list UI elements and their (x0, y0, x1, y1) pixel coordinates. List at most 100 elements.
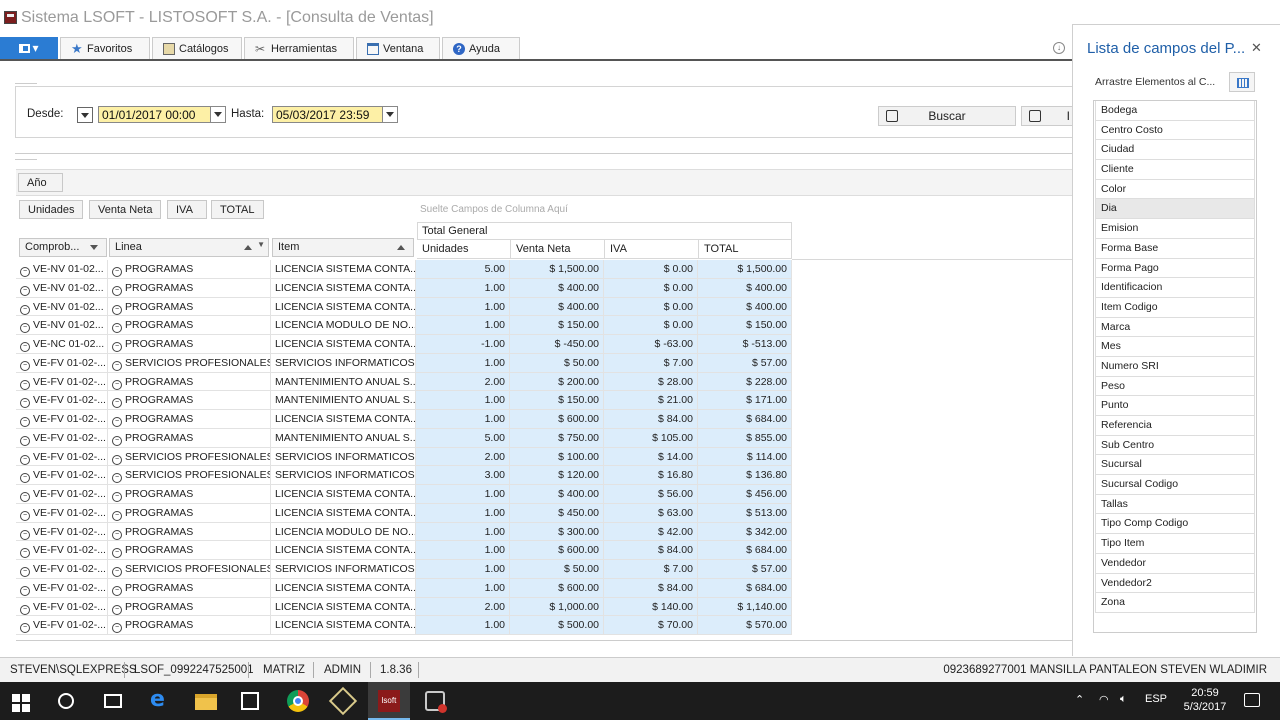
collapse-icon[interactable]: − (112, 435, 122, 446)
row-field-item[interactable]: Item (272, 238, 414, 257)
collapse-icon[interactable]: − (20, 454, 30, 465)
table-row[interactable]: − VE-FV 01-02-... − SERVICIOS PROFESIONALES… (16, 447, 792, 467)
collapse-icon[interactable]: − (20, 360, 30, 371)
search-icon[interactable] (58, 693, 74, 709)
collapse-icon[interactable]: − (112, 492, 122, 502)
menu-ventana[interactable]: Ventana (356, 37, 440, 59)
data-field-total[interactable]: TOTAL (211, 200, 264, 219)
collapse-icon[interactable]: − (20, 285, 30, 296)
collapse-icon[interactable]: − (20, 417, 30, 427)
field-list-item[interactable]: Identificacion (1095, 278, 1255, 298)
desde-date-input[interactable]: 01/01/2017 00:00 (98, 106, 226, 123)
field-list-item[interactable]: Sucursal Codigo (1095, 475, 1255, 495)
collapse-icon[interactable]: − (112, 623, 122, 634)
lsoft-app-icon[interactable]: lsoft (378, 690, 400, 712)
data-field-venta-neta[interactable]: Venta Neta (89, 200, 161, 219)
field-list-item[interactable]: Tipo Comp Codigo (1095, 514, 1255, 535)
table-row[interactable]: − VE-FV 01-02-... − PROGRAMAS MANTENIMIENTO … (16, 428, 792, 448)
collapse-icon[interactable]: − (20, 398, 30, 409)
field-list-item[interactable]: Peso (1095, 376, 1255, 397)
field-list-item[interactable]: Marca (1095, 317, 1255, 338)
collapse-ribbon-icon[interactable]: ↓ (1053, 42, 1065, 54)
notification-icon[interactable] (1244, 693, 1260, 707)
collapse-icon[interactable]: − (112, 267, 122, 277)
collapse-icon[interactable]: − (20, 267, 30, 277)
collapse-icon[interactable]: − (112, 473, 122, 484)
table-row[interactable]: − VE-FV 01-02-... − SERVICIOS PROFESIONALES… (16, 560, 792, 579)
hasta-date-dropdown[interactable] (382, 107, 397, 122)
field-list-item[interactable]: Item Codigo (1095, 297, 1255, 318)
collapse-icon[interactable]: − (20, 379, 30, 390)
main-menu-button[interactable]: ▾ (0, 37, 58, 59)
collapse-icon[interactable]: − (112, 360, 122, 371)
table-row[interactable]: − VE-FV 01-02-... − SERVICIOS PROFESIONALES… (16, 466, 792, 485)
file-explorer-icon[interactable] (195, 694, 217, 710)
collapse-icon[interactable]: − (20, 304, 30, 315)
field-list-item[interactable]: Emision (1095, 219, 1255, 239)
field-list-item[interactable]: Tallas (1095, 494, 1255, 515)
close-icon[interactable]: ✕ (1251, 40, 1262, 56)
collapse-icon[interactable]: − (20, 323, 30, 334)
menu-ayuda[interactable]: ? Ayuda (442, 37, 520, 59)
field-list-item[interactable]: Vendedor (1095, 553, 1255, 574)
collapse-icon[interactable]: − (112, 285, 122, 296)
language-indicator[interactable]: ESP (1145, 693, 1167, 705)
collapse-icon[interactable]: − (112, 510, 122, 521)
collapse-icon[interactable]: − (112, 342, 122, 352)
table-row[interactable]: − VE-FV 01-02-... − PROGRAMAS LICENCIA SISTE… (16, 578, 792, 598)
edge-browser-icon[interactable]: e (150, 687, 172, 712)
desde-operator-dropdown[interactable] (77, 107, 93, 123)
chrome-icon[interactable] (287, 690, 309, 712)
table-row[interactable]: − VE-FV 01-02-... − PROGRAMAS LICENCIA SISTE… (16, 597, 792, 617)
field-list-item[interactable]: Ciudad (1095, 140, 1255, 161)
table-row[interactable]: − VE-FV 01-02-... − PROGRAMAS LICENCIA SISTE… (16, 616, 792, 635)
table-row[interactable]: − VE-FV 01-02-... − PROGRAMAS LICENCIA SISTE… (16, 503, 792, 523)
field-list-item[interactable]: Centro Costo (1095, 120, 1255, 141)
collapse-icon[interactable]: − (112, 304, 122, 315)
collapse-icon[interactable]: − (20, 435, 30, 446)
search-button[interactable]: Buscar (878, 106, 1016, 126)
desde-date-dropdown[interactable] (210, 107, 225, 122)
collapse-icon[interactable]: − (112, 454, 122, 465)
app-icon[interactable] (328, 686, 358, 716)
collapse-icon[interactable]: − (20, 548, 30, 559)
field-list-item[interactable]: Referencia (1095, 416, 1255, 436)
table-row[interactable]: − VE-FV 01-02-... − PROGRAMAS LICENCIA SISTE… (16, 541, 792, 560)
collapse-icon[interactable]: − (112, 604, 122, 615)
field-list-item[interactable]: Punto (1095, 396, 1255, 416)
table-row[interactable]: − VE-FV 01-02-... − SERVICIOS PROFESIONALES… (16, 353, 792, 373)
menu-herramientas[interactable]: ✂ Herramientas (244, 37, 354, 59)
collapse-icon[interactable]: − (20, 567, 30, 577)
collapse-icon[interactable]: − (112, 548, 122, 559)
clock[interactable]: 20:59 5/3/2017 (1180, 686, 1230, 714)
field-list-item[interactable]: Cliente (1095, 160, 1255, 180)
volume-icon[interactable]: 🔈︎ (1120, 693, 1127, 706)
filter-icon[interactable]: ▼ (257, 240, 265, 249)
store-icon[interactable] (241, 692, 259, 710)
field-list-item[interactable]: Forma Pago (1095, 258, 1255, 279)
field-list-item[interactable]: Dia (1095, 199, 1255, 220)
row-field-linea[interactable]: Linea ▼ (109, 238, 269, 257)
collapse-icon[interactable]: − (112, 585, 122, 596)
field-list-item[interactable]: Mes (1095, 337, 1255, 357)
collapse-icon[interactable]: − (20, 529, 30, 540)
table-row[interactable]: − VE-NV 01-02... − PROGRAMAS LICENCIA SISTEM… (16, 260, 792, 279)
wifi-icon[interactable]: ◠ (1099, 693, 1109, 706)
collapse-icon[interactable]: − (112, 417, 122, 427)
collapse-icon[interactable]: − (20, 623, 30, 634)
chevron-up-icon[interactable]: ⌃ (1075, 693, 1084, 706)
app-icon[interactable] (425, 691, 447, 713)
field-list-item[interactable]: Sub Centro (1095, 435, 1255, 456)
field-list-item[interactable]: Zona (1095, 593, 1255, 613)
collapse-icon[interactable]: − (112, 567, 122, 577)
collapse-icon[interactable]: − (112, 323, 122, 334)
collapse-icon[interactable]: − (20, 510, 30, 521)
pivot-field-ano[interactable]: Año (18, 173, 63, 192)
collapse-icon[interactable]: − (20, 342, 30, 352)
layout-icon[interactable] (1229, 72, 1255, 92)
data-field-iva[interactable]: IVA (167, 200, 207, 219)
table-row[interactable]: − VE-FV 01-02-... − PROGRAMAS MANTENIMIENTO … (16, 391, 792, 410)
collapse-icon[interactable]: − (112, 398, 122, 409)
field-list-item[interactable]: Forma Base (1095, 238, 1255, 259)
field-list-item[interactable]: Color (1095, 179, 1255, 200)
